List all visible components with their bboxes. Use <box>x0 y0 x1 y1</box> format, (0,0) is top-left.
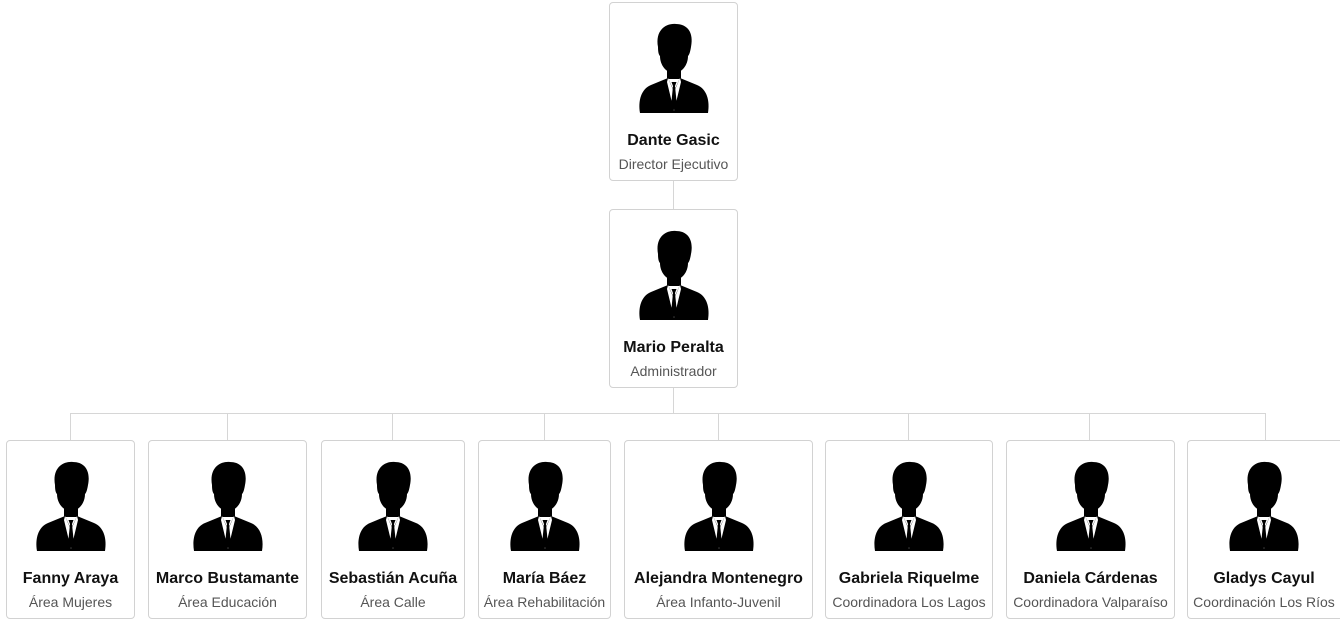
connector-line <box>718 413 719 440</box>
person-in-suit-icon <box>638 23 709 113</box>
person-in-suit-icon <box>1055 461 1126 551</box>
connector-line <box>70 413 1266 414</box>
node-name: Gabriela Riquelme <box>838 570 980 587</box>
connector-line <box>1265 413 1266 440</box>
org-node-area-educacion[interactable]: Marco Bustamante Área Educación <box>148 440 307 619</box>
person-in-suit-icon <box>683 461 754 551</box>
person-in-suit-icon <box>192 461 263 551</box>
person-in-suit-icon <box>358 461 428 551</box>
node-role: Director Ejecutivo <box>618 156 729 172</box>
node-name: María Báez <box>502 570 587 587</box>
connector-line <box>227 413 228 440</box>
org-node-area-mujeres[interactable]: Fanny Araya Área Mujeres <box>6 440 135 619</box>
person-in-suit-icon <box>638 230 709 320</box>
connector-line <box>673 181 674 210</box>
org-node-coordinadora-los-lagos[interactable]: Gabriela Riquelme Coordinadora Los Lagos <box>825 440 993 619</box>
node-name: Sebastián Acuña <box>328 570 458 587</box>
node-role: Coordinadora Valparaíso <box>1013 594 1168 610</box>
node-role: Área Rehabilitación <box>483 594 606 610</box>
connector-line <box>673 388 674 413</box>
node-role: Coordinación Los Ríos <box>1193 594 1335 610</box>
node-name: Fanny Araya <box>22 570 119 587</box>
node-name: Daniela Cárdenas <box>1023 570 1158 587</box>
node-name: Mario Peralta <box>623 339 724 356</box>
org-node-area-rehabilitacion[interactable]: María Báez Área Rehabilitación <box>478 440 611 619</box>
connector-line <box>392 413 393 440</box>
org-node-area-calle[interactable]: Sebastián Acuña Área Calle <box>321 440 465 619</box>
node-role: Administrador <box>630 363 717 379</box>
org-node-director[interactable]: Dante Gasic Director Ejecutivo <box>609 2 738 181</box>
node-role: Área Educación <box>178 594 277 610</box>
node-name: Alejandra Montenegro <box>634 570 803 587</box>
node-role: Área Mujeres <box>28 594 113 610</box>
node-name: Marco Bustamante <box>155 570 300 587</box>
connector-line <box>1089 413 1090 440</box>
org-node-coordinacion-los-rios[interactable]: Gladys Cayul Coordinación Los Ríos <box>1187 440 1340 619</box>
node-role: Coordinadora Los Lagos <box>832 594 986 610</box>
node-name: Gladys Cayul <box>1213 570 1315 587</box>
node-role: Área Infanto-Juvenil <box>656 594 781 610</box>
node-role: Área Calle <box>360 594 426 610</box>
org-chart: Dante Gasic Director Ejecutivo Mario Per… <box>0 0 1340 619</box>
connector-line <box>544 413 545 440</box>
person-in-suit-icon <box>1229 461 1299 551</box>
org-node-coordinadora-valparaiso[interactable]: Daniela Cárdenas Coordinadora Valparaíso <box>1006 440 1175 619</box>
connector-line <box>908 413 909 440</box>
person-in-suit-icon <box>509 461 580 551</box>
connector-line <box>70 413 71 440</box>
person-in-suit-icon <box>35 461 106 551</box>
org-node-administrator[interactable]: Mario Peralta Administrador <box>609 209 738 388</box>
person-in-suit-icon <box>874 461 944 551</box>
org-node-area-infanto-juvenil[interactable]: Alejandra Montenegro Área Infanto-Juveni… <box>624 440 813 619</box>
node-name: Dante Gasic <box>627 132 720 149</box>
